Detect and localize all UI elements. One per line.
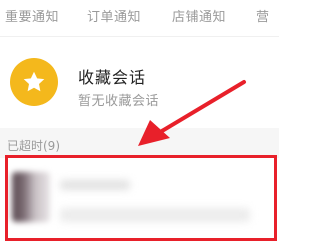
- favorites-row[interactable]: 收藏会话 暂无收藏会话: [0, 44, 279, 120]
- star-icon: [10, 58, 58, 106]
- tab-store[interactable]: 店铺通知: [172, 6, 226, 25]
- highlight-box: [5, 155, 277, 241]
- tab-marketing[interactable]: 营: [256, 6, 270, 25]
- timeout-section-header: 已超时(9): [0, 128, 279, 158]
- tab-order[interactable]: 订单通知: [87, 6, 141, 25]
- notification-tabs: 重要通知 订单通知 店铺通知 营: [0, 0, 279, 37]
- favorites-title: 收藏会话: [78, 68, 147, 87]
- favorites-subtitle: 暂无收藏会话: [78, 94, 160, 109]
- timeout-section-title: 已超时(9): [7, 139, 60, 153]
- star-icon-glyph: [23, 71, 45, 92]
- tab-important[interactable]: 重要通知: [5, 6, 59, 25]
